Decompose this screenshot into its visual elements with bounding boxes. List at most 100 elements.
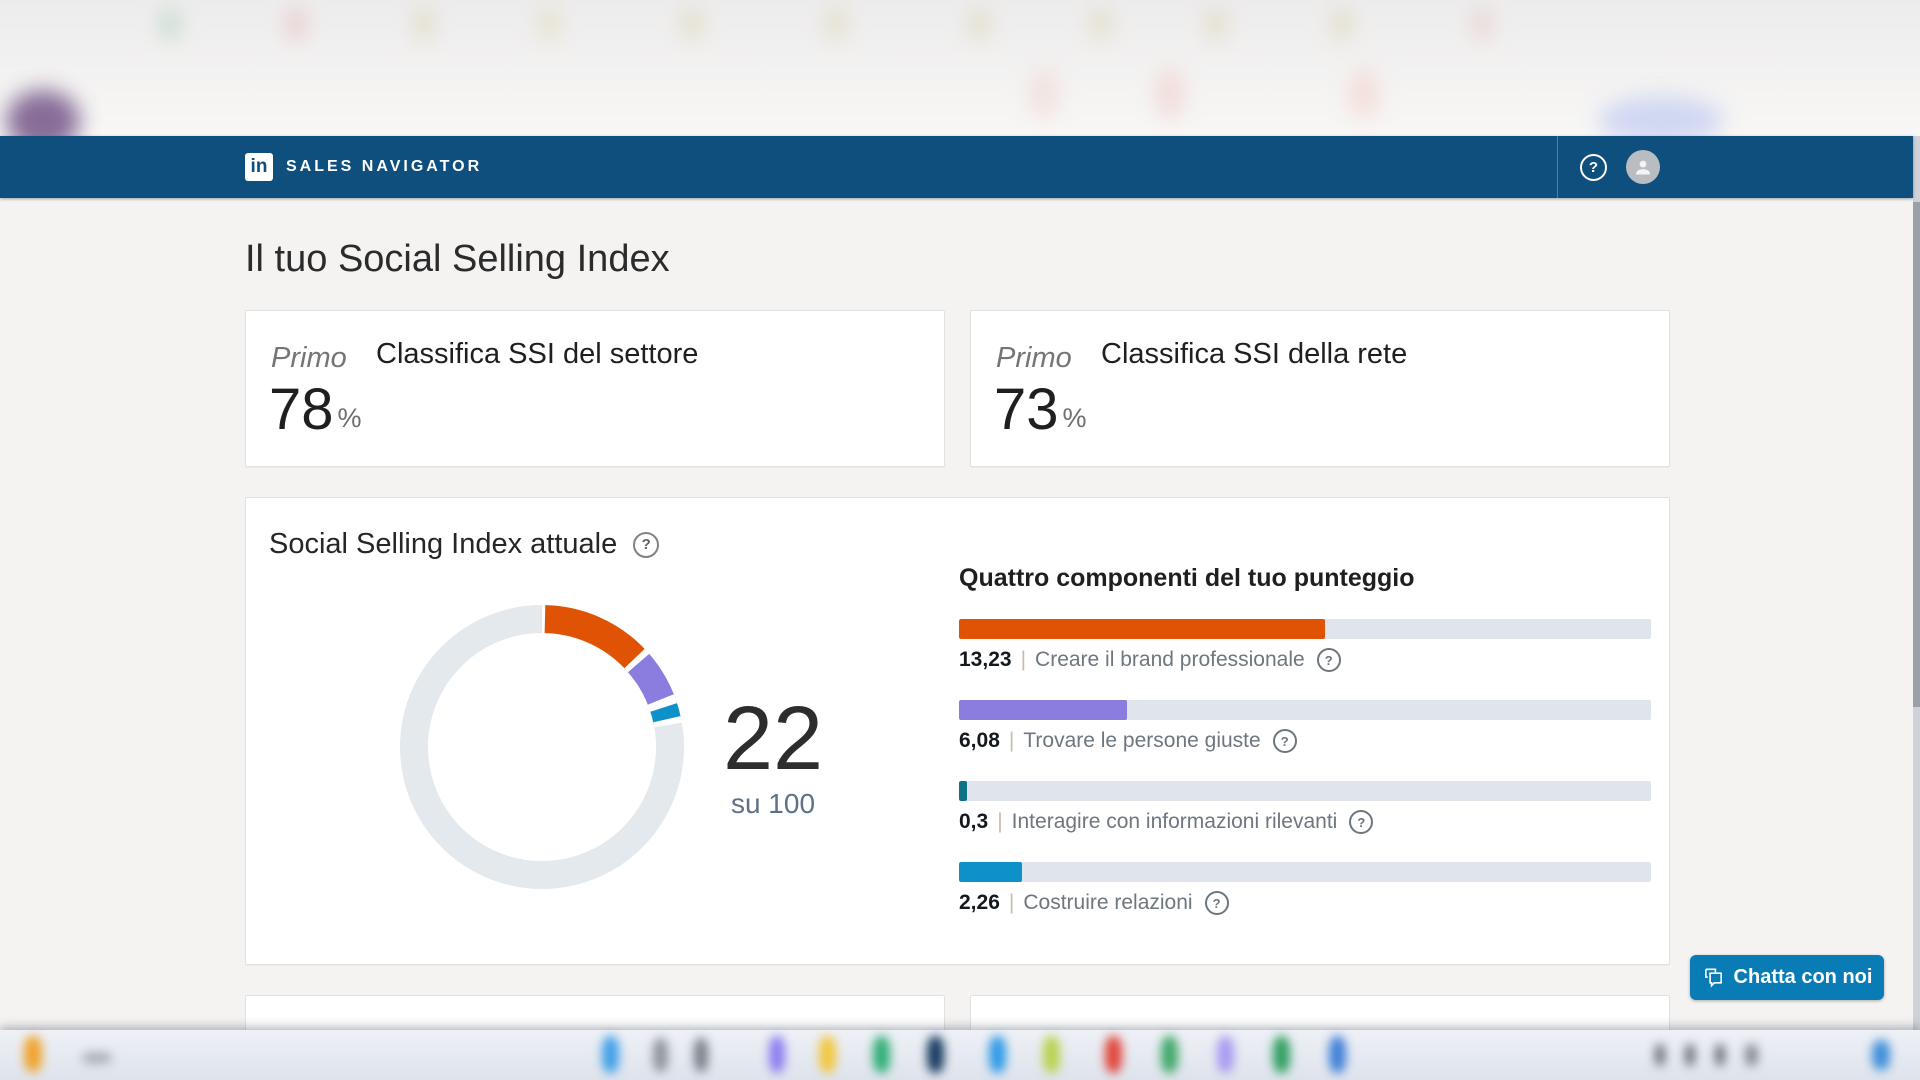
header-divider (1557, 136, 1558, 198)
taskbar-icon[interactable] (1161, 1036, 1178, 1073)
component-value: 0,3 (959, 810, 988, 834)
separator: | (1009, 891, 1014, 915)
rank-label: Primo (271, 342, 347, 375)
score-components: Quattro componenti del tuo punteggio 13,… (959, 498, 1651, 964)
progress-track (959, 862, 1651, 882)
partial-card (970, 995, 1670, 1035)
taskbar-blurred (0, 1030, 1920, 1080)
taskbar-tray-icon[interactable] (1745, 1044, 1758, 1066)
taskbar-icon[interactable] (1043, 1036, 1060, 1073)
ssi-score: 22 (683, 694, 863, 784)
ssi-score-suffix: su 100 (683, 788, 863, 820)
ssi-card-title: Social Selling Index attuale (269, 528, 617, 561)
blurred-tab-smudge (416, 8, 432, 40)
help-icon[interactable]: ? (1317, 648, 1341, 672)
taskbar-icon[interactable] (694, 1038, 708, 1072)
blurred-toolbar-smudge (1030, 68, 1058, 120)
blurred-tab-smudge (828, 8, 844, 40)
progress-track (959, 700, 1651, 720)
person-icon (1633, 157, 1653, 177)
taskbar-icon[interactable] (1329, 1036, 1346, 1073)
taskbar-tray-icon[interactable] (1685, 1044, 1695, 1066)
blurred-tab-smudge (1093, 8, 1109, 40)
taskbar-icon[interactable] (989, 1036, 1006, 1073)
components-title: Quattro componenti del tuo punteggio (959, 564, 1415, 593)
separator: | (1009, 729, 1014, 753)
ssi-donut-container (399, 604, 685, 890)
linkedin-logo-icon[interactable]: in (245, 153, 273, 181)
scrollbar-track[interactable] (1913, 136, 1920, 1030)
percent-sign: % (1063, 403, 1087, 434)
taskbar-icon[interactable] (1217, 1036, 1234, 1073)
rank-label: Primo (996, 342, 1072, 375)
product-name: SALES NAVIGATOR (286, 158, 482, 176)
taskbar-icon[interactable] (769, 1036, 785, 1073)
blurred-tab-smudge (541, 8, 557, 40)
separator: | (1021, 648, 1026, 672)
progress-fill (959, 700, 1127, 720)
help-icon[interactable]: ? (1349, 810, 1373, 834)
ssi-network-rank-card: Primo Classifica SSI della rete 73 % (970, 310, 1670, 467)
rank-card-title: Classifica SSI della rete (1101, 338, 1407, 371)
taskbar-icon[interactable] (927, 1036, 944, 1073)
percent-sign: % (338, 403, 362, 434)
blurred-toolbar-smudge (1156, 68, 1184, 120)
component-relationships: 2,26 | Costruire relazioni ? (959, 862, 1651, 915)
chat-with-us-button[interactable]: Chatta con noi (1690, 955, 1884, 1000)
taskbar-icon[interactable] (602, 1036, 619, 1073)
avatar[interactable] (1626, 150, 1660, 184)
component-value: 2,26 (959, 891, 1000, 915)
rank-card-title: Classifica SSI del settore (376, 338, 698, 371)
chat-button-label: Chatta con noi (1734, 966, 1873, 989)
blurred-tab-smudge (684, 8, 700, 40)
blurred-corner-smudge (6, 90, 80, 136)
scrollbar-thumb[interactable] (1913, 202, 1920, 707)
component-value: 13,23 (959, 648, 1012, 672)
taskbar-icon[interactable] (653, 1038, 668, 1072)
ssi-donut-chart (399, 604, 685, 890)
blurred-toolbar-smudge (1350, 68, 1378, 120)
separator: | (997, 810, 1002, 834)
ssi-industry-rank-card: Primo Classifica SSI del settore 78 % (245, 310, 945, 467)
progress-fill (959, 862, 1022, 882)
component-people: 6,08 | Trovare le persone giuste ? (959, 700, 1651, 753)
component-label: Interagire con informazioni rilevanti (1012, 810, 1338, 834)
help-icon[interactable]: ? (1580, 154, 1607, 181)
component-label: Costruire relazioni (1023, 891, 1192, 915)
taskbar-icon[interactable] (1105, 1036, 1122, 1073)
progress-track (959, 781, 1651, 801)
chat-bubbles-icon (1702, 966, 1725, 989)
partial-card (245, 995, 945, 1035)
progress-fill (959, 781, 967, 801)
help-icon[interactable]: ? (1205, 891, 1229, 915)
blurred-tab-smudge (1474, 8, 1490, 40)
blurred-tab-smudge (1334, 8, 1350, 40)
rank-percent-value: 78 (269, 381, 334, 439)
ssi-current-card: Social Selling Index attuale ? 22 su 100… (245, 497, 1670, 965)
component-value: 6,08 (959, 729, 1000, 753)
blurred-tab-smudge (162, 8, 178, 40)
taskbar-icon[interactable] (1273, 1036, 1290, 1073)
blurred-tab-smudge (1208, 8, 1224, 40)
component-brand: 13,23 | Creare il brand professionale ? (959, 619, 1651, 672)
taskbar-icon[interactable] (819, 1036, 836, 1073)
blurred-tab-smudge (971, 8, 987, 40)
taskbar-tray-icon[interactable] (1655, 1044, 1665, 1066)
taskbar-icon[interactable] (24, 1036, 42, 1072)
component-label: Trovare le persone giuste (1023, 729, 1260, 753)
taskbar-icon (82, 1052, 112, 1064)
blurred-right-smudge (1598, 96, 1724, 136)
browser-chrome-blurred (0, 0, 1920, 136)
rank-percent-value: 73 (994, 381, 1059, 439)
progress-track (959, 619, 1651, 639)
sales-navigator-header: in SALES NAVIGATOR ? (0, 136, 1913, 198)
component-insights: 0,3 | Interagire con informazioni rileva… (959, 781, 1651, 834)
help-icon[interactable]: ? (1273, 729, 1297, 753)
taskbar-icon[interactable] (873, 1036, 890, 1073)
help-icon[interactable]: ? (633, 532, 659, 558)
progress-fill (959, 619, 1325, 639)
blurred-tab-smudge (288, 8, 304, 40)
taskbar-tray-icon[interactable] (1715, 1044, 1725, 1066)
component-label: Creare il brand professionale (1035, 648, 1305, 672)
taskbar-tray-icon[interactable] (1872, 1040, 1890, 1070)
